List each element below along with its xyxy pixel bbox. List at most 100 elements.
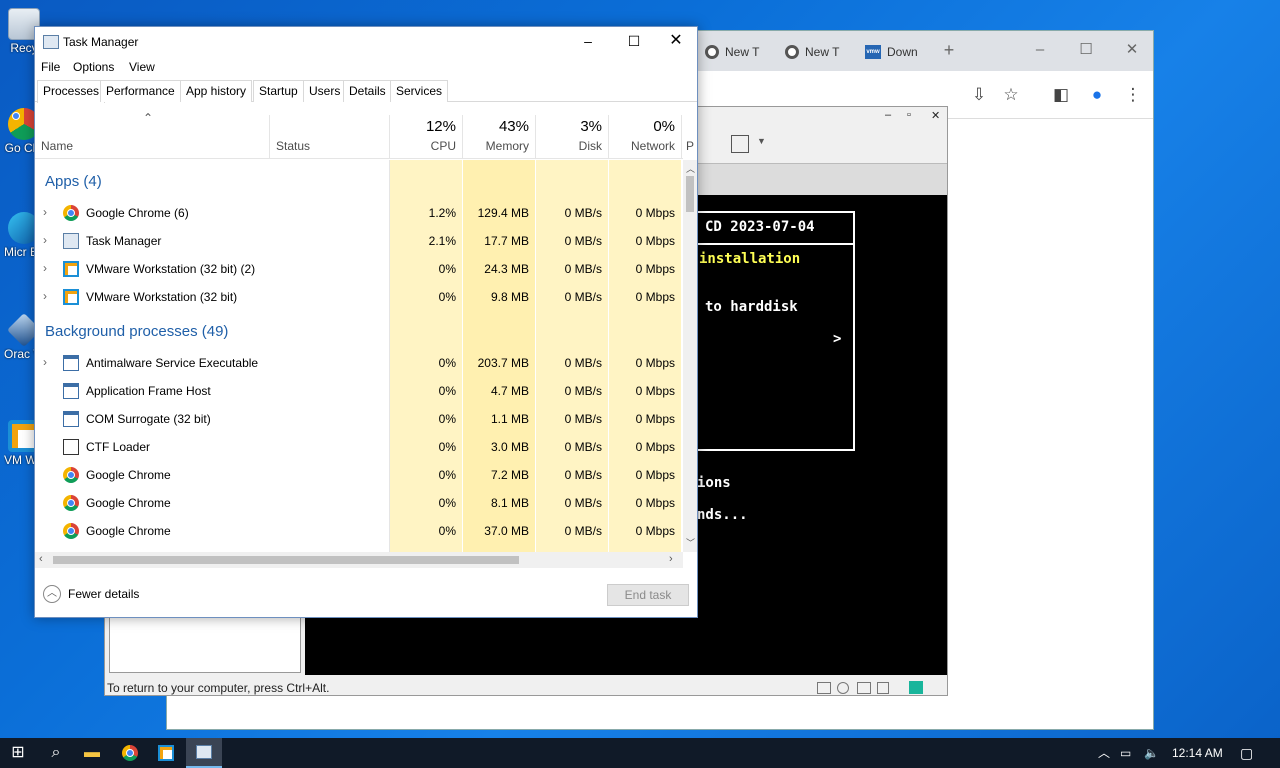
process-cpu: 0% [438,524,456,538]
table-row[interactable]: Google Chrome 0% 8.1 MB 0 MB/s 0 Mbps [35,489,683,517]
chevron-right-icon[interactable]: › [43,233,47,247]
task-manager-window[interactable]: Task Manager – ☐ ✕ File Options View Pro… [34,26,698,618]
column-name[interactable]: Name [41,139,269,159]
task-manager-taskbar-button[interactable] [186,738,222,768]
notifications-icon[interactable]: ▢ [1240,738,1253,768]
vmware-close-button[interactable]: ✕ [931,109,940,122]
tab-startup[interactable]: Startup [253,80,304,102]
scroll-left-icon[interactable]: ‹ [39,553,43,565]
vmware-tab-strip [695,163,947,195]
table-row[interactable]: › Antimalware Service Executable 0% 203.7 M… [35,349,683,377]
hard-disk-icon[interactable] [817,682,831,694]
chevron-right-icon[interactable]: › [43,355,47,369]
process-cpu: 0% [438,262,456,276]
table-row[interactable]: › VMware Workstation (32 bit) (2) 0% 24.3 M… [35,255,683,283]
table-row[interactable]: › VMware Workstation (32 bit) 0% 9.8 MB 0 MB… [35,283,683,311]
ctf-loader-icon [63,439,79,455]
status-hint: To return to your computer, press Ctrl+A… [107,681,330,695]
column-network[interactable]: 0% Network [608,115,681,159]
bookmark-star-icon[interactable]: ☆ [999,83,1023,107]
chrome-menu-icon[interactable]: ⋮ [1121,83,1145,107]
process-memory: 9.8 MB [490,290,529,304]
table-row[interactable]: Application Frame Host 0% 4.7 MB 0 MB/s 0 Mb… [35,377,683,405]
horizontal-scroll-thumb[interactable] [53,556,519,564]
column-memory[interactable]: 43% Memory [462,115,535,159]
chrome-close-button[interactable]: ✕ [1109,35,1155,65]
vmware-taskbar-button[interactable] [148,738,184,768]
chevron-right-icon[interactable]: › [43,205,47,219]
start-button[interactable]: ⊞ [0,738,36,768]
tab-strip: Processes Performance App history Startu… [35,80,697,103]
table-row[interactable]: Google Chrome 0% 37.0 MB 0 MB/s 0 Mbps [35,517,683,545]
table-row[interactable]: › Task Manager 2.1% 17.7 MB 0 MB/s 0 Mbps [35,227,683,255]
table-row[interactable]: CTF Loader 0% 3.0 MB 0 MB/s 0 Mbps [35,433,683,461]
process-cpu: 0% [438,384,456,398]
menu-options[interactable]: Options [73,60,114,74]
process-disk: 0 MB/s [564,496,602,510]
new-tab-button[interactable]: + [933,35,965,65]
vertical-scrollbar[interactable]: ︿ ﹀ [683,160,697,552]
search-icon[interactable]: ⌕ [38,738,74,768]
vmware-minimize-button[interactable]: – [885,109,891,121]
fewer-details-link[interactable]: Fewer details [68,587,139,601]
cd-rom-icon[interactable] [837,682,849,694]
process-memory: 4.7 MB [490,384,529,398]
network-adapter-icon[interactable] [857,682,871,694]
close-button[interactable]: ✕ [653,27,699,57]
chrome-taskbar-button[interactable] [112,738,148,768]
process-network: 0 Mbps [635,496,675,510]
scroll-right-icon[interactable]: › [669,553,673,565]
chrome-tab[interactable]: vmw Down [859,39,937,65]
column-cpu[interactable]: 12% CPU [389,115,462,159]
usb-icon[interactable] [877,682,889,694]
process-name: Google Chrome [86,496,171,510]
chrome-maximize-button[interactable]: ☐ [1063,35,1109,65]
chrome-tab[interactable]: New T [779,39,857,65]
chevron-up-icon[interactable]: ︿ [43,585,61,603]
tab-details[interactable]: Details [343,80,392,102]
tab-performance[interactable]: Performance [100,80,181,102]
end-task-button[interactable]: End task [607,584,689,606]
chrome-tab[interactable]: New T [699,39,777,65]
chrome-minimize-button[interactable]: – [1017,35,1063,65]
chevron-right-icon[interactable]: › [43,289,47,303]
table-row[interactable]: COM Surrogate (32 bit) 0% 1.1 MB 0 MB/s 0 Mb… [35,405,683,433]
cpu-total: 12% [425,118,456,135]
horizontal-scrollbar[interactable]: ‹ › [35,552,683,568]
tab-processes[interactable]: Processes [37,80,106,103]
volume-muted-icon[interactable]: 🔈 [1144,738,1159,768]
maximize-button[interactable]: ☐ [611,27,657,57]
group-apps[interactable]: Apps (4) [45,173,102,190]
vertical-scroll-thumb[interactable] [686,176,694,212]
tab-services[interactable]: Services [390,80,449,102]
vmware-maximize-button[interactable]: ▫ [907,109,911,121]
message-log-icon[interactable] [909,681,923,694]
install-app-icon[interactable]: ⇩ [967,83,991,107]
tab-app-history[interactable]: App history [180,80,253,102]
chrome-icon [63,467,79,483]
group-background[interactable]: Background processes (49) [45,323,228,340]
memory-total: 43% [498,118,529,135]
side-panel-icon[interactable]: ◧ [1049,83,1073,107]
table-row[interactable]: › Google Chrome (6) 1.2% 129.4 MB 0 MB/s 0 Mb… [35,199,683,227]
column-status[interactable]: Status [269,115,389,159]
scroll-down-icon[interactable]: ﹀ [686,536,695,549]
table-row[interactable]: Google Chrome 0% 7.2 MB 0 MB/s 0 Mbps [35,461,683,489]
tab-users[interactable]: Users [303,80,347,102]
sort-up-icon[interactable]: ⌃ [143,111,153,125]
fullscreen-icon[interactable] [731,135,749,153]
file-explorer-icon[interactable]: ▬ [74,738,110,768]
column-power[interactable]: P [681,115,699,159]
menu-view[interactable]: View [129,60,155,74]
clock[interactable]: 12:14 AM [1172,738,1223,768]
column-disk[interactable]: 3% Disk [535,115,608,159]
chevron-down-icon[interactable]: ▼ [757,136,766,146]
profile-avatar-icon[interactable]: ● [1085,83,1109,107]
process-network: 0 Mbps [635,384,675,398]
menu-file[interactable]: File [41,60,60,74]
scroll-up-icon[interactable]: ︿ [686,162,695,175]
network-icon[interactable]: ▭ [1120,738,1131,768]
minimize-button[interactable]: – [565,27,611,57]
chevron-right-icon[interactable]: › [43,261,47,275]
show-hidden-icons[interactable]: ︿ [1098,738,1110,768]
